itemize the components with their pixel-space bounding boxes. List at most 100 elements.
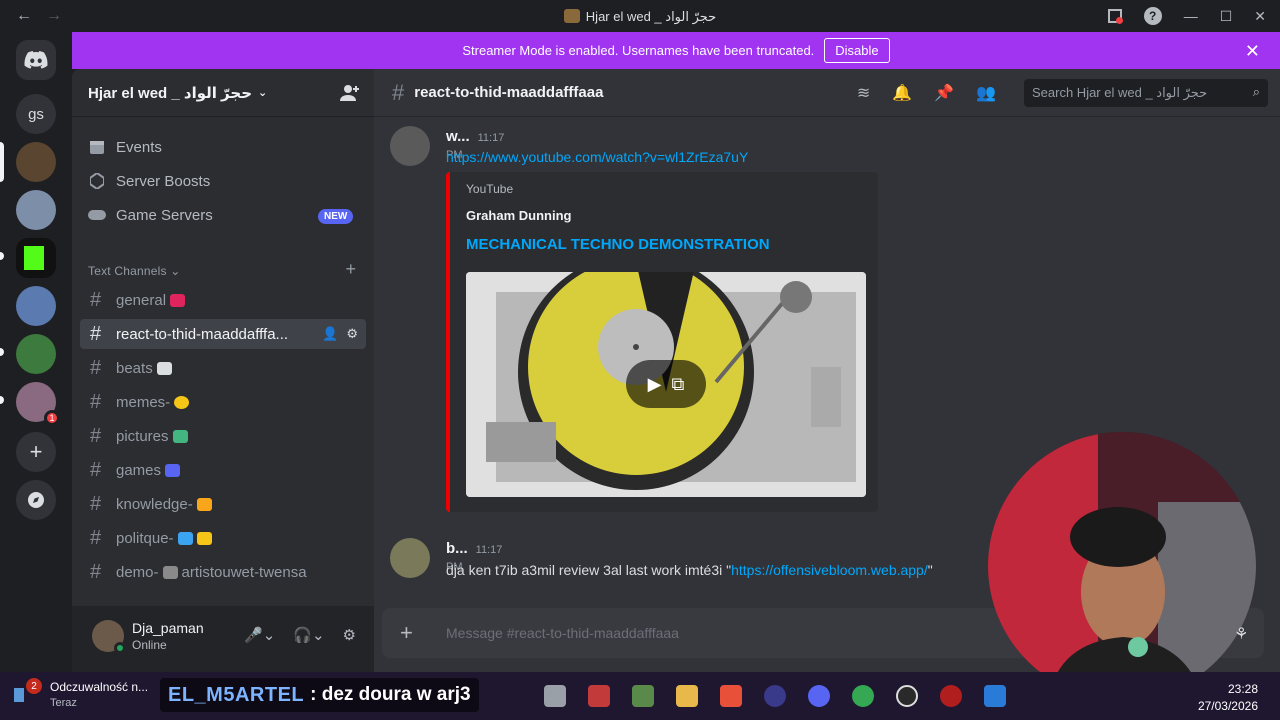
chat-message: : dez doura w arj3	[310, 684, 471, 705]
kick-logo-icon	[24, 246, 44, 270]
gamepad-icon	[88, 206, 106, 224]
piano-emoji	[156, 361, 172, 375]
create-channel-button[interactable]: +	[345, 259, 356, 280]
app-circle-icon[interactable]	[764, 685, 786, 707]
taskview-icon[interactable]	[544, 685, 566, 707]
taskbar: 2 Odczuwalność n... Teraz EL_M5ARTEL : d…	[0, 672, 1280, 720]
events-item[interactable]: Events	[88, 138, 162, 156]
calculator-icon[interactable]	[632, 685, 654, 707]
channel-pictures[interactable]: # pictures	[80, 421, 366, 451]
game-servers-label: Game Servers	[116, 206, 213, 224]
maximize-button[interactable]: ☐	[1220, 8, 1233, 25]
open-external-icon: ⧉	[671, 373, 685, 394]
channel-name: general	[116, 291, 167, 309]
system-clock[interactable]: 23:28 27/03/2026	[1198, 681, 1258, 715]
threads-icon[interactable]: ≋	[857, 83, 870, 103]
channel-demo[interactable]: # demo- artistouwet-twensa	[80, 557, 366, 587]
close-window-button[interactable]: ✕	[1254, 8, 1266, 25]
channel-games[interactable]: # games	[80, 455, 366, 485]
server-rail: gs 1 +	[0, 32, 72, 672]
stream-chat-overlay: EL_M5ARTEL : dez doura w arj3	[160, 678, 479, 712]
channel-name: games	[116, 461, 162, 479]
brave-browser-icon[interactable]	[720, 685, 742, 707]
new-badge: NEW	[318, 209, 354, 224]
server-gs[interactable]: gs	[16, 94, 56, 134]
server-boosts-item[interactable]: Server Boosts	[88, 172, 210, 190]
username[interactable]: Dja_paman	[132, 620, 204, 636]
server-avatar-1[interactable]	[16, 142, 56, 182]
user-avatar[interactable]	[92, 620, 126, 654]
weather-notification[interactable]: 2 Odczuwalność n... Teraz	[26, 678, 148, 709]
victory-hand-emoji	[196, 531, 212, 545]
chrome-icon[interactable]	[852, 685, 874, 707]
attach-plus-icon[interactable]: +	[400, 620, 413, 646]
channel-memes[interactable]: # memes-	[80, 387, 366, 417]
channel-name: pictures	[116, 427, 169, 445]
channel-politque[interactable]: # politque-	[80, 523, 366, 553]
file-explorer-icon[interactable]	[676, 685, 698, 707]
disable-streamer-button[interactable]: Disable	[824, 38, 890, 63]
minimize-button[interactable]: —	[1184, 8, 1198, 24]
embed-title[interactable]: MECHANICAL TECHNO DEMONSTRATION	[466, 236, 770, 253]
help-icon[interactable]: ?	[1143, 7, 1162, 25]
channel-name-suffix: artistouwet-twensa	[181, 563, 307, 581]
channel-name: demo-	[116, 563, 159, 581]
bell-icon[interactable]: 🔔	[892, 83, 912, 103]
message-avatar[interactable]	[390, 126, 430, 166]
pin-icon[interactable]: 📌	[934, 83, 954, 103]
store-icon[interactable]	[588, 685, 610, 707]
app-blue-icon[interactable]	[984, 685, 1006, 707]
discord-home-button[interactable]	[16, 40, 56, 80]
invite-user-icon[interactable]	[340, 84, 360, 106]
gear-icon[interactable]: ⚙	[346, 326, 358, 342]
frame-emoji	[162, 565, 178, 579]
channel-general[interactable]: # general	[80, 285, 366, 315]
video-thumbnail[interactable]: ▶ ⧉	[466, 272, 866, 497]
play-icon: ▶	[647, 373, 662, 394]
add-server-button[interactable]: +	[16, 432, 56, 472]
hash-icon: #	[90, 288, 102, 311]
channel-name: knowledge-	[116, 495, 193, 513]
discover-button[interactable]	[16, 480, 56, 520]
obs-icon[interactable]	[896, 685, 918, 707]
member-list-icon[interactable]: 👥	[976, 83, 996, 103]
events-label: Events	[116, 138, 162, 156]
hash-icon: #	[90, 322, 102, 345]
message-avatar[interactable]	[390, 538, 430, 578]
headphones-icon[interactable]: 🎧⌄	[293, 626, 324, 644]
title-bar: ← → Hjar el wed _ حجرّ الواد ? — ☐ ✕	[0, 0, 1280, 32]
sticker-icon[interactable]: ⚘	[1234, 624, 1248, 644]
channel-beats[interactable]: # beats	[80, 353, 366, 383]
server-avatar-5[interactable]: 1	[16, 382, 60, 426]
channel-knowledge[interactable]: # knowledge-	[80, 489, 366, 519]
server-kick[interactable]	[16, 238, 56, 278]
search-input[interactable]: Search Hjar el wed _ حجرّ الواد ⌕	[1024, 79, 1268, 107]
microphone-icon[interactable]: 🎤⌄	[244, 626, 275, 644]
composer-placeholder: Message #react-to-thid-maaddafffaaa	[446, 625, 679, 641]
youtube-link[interactable]: https://www.youtube.com/watch?v=wl1ZrEza…	[446, 149, 748, 165]
server-avatar-2[interactable]	[16, 190, 56, 230]
guild-name: Hjar el wed _ حجرّ الواد	[88, 84, 253, 102]
offensivebloom-link[interactable]: https://offensivebloom.web.app/	[731, 562, 928, 578]
play-video-button[interactable]: ▶ ⧉	[626, 360, 706, 408]
guild-header[interactable]: Hjar el wed _ حجرّ الواد ⌄	[72, 69, 374, 117]
active-server-pill	[0, 142, 4, 182]
boost-icon	[88, 172, 106, 190]
chevron-down-icon: ⌄	[258, 87, 268, 99]
channel-react-to-thid[interactable]: # react-to-thid-maaddafffa... 👤 ⚙	[80, 319, 366, 349]
server-avatar-3[interactable]	[16, 286, 56, 326]
message-text: dja ken t7ib a3mil review 3al last work …	[446, 562, 732, 578]
message-2-body: dja ken t7ib a3mil review 3al last work …	[446, 562, 933, 578]
inbox-icon[interactable]	[1107, 9, 1123, 24]
invite-member-icon[interactable]: 👤	[322, 326, 338, 342]
category-text-channels[interactable]: Text Channels ⌄	[88, 264, 180, 278]
embed-author[interactable]: Graham Dunning	[466, 208, 571, 223]
close-banner-icon[interactable]: ✕	[1245, 41, 1260, 62]
app-red-icon[interactable]	[940, 685, 962, 707]
youtube-embed: YouTube Graham Dunning MECHANICAL TECHNO…	[446, 172, 878, 512]
discord-taskbar-icon[interactable]	[808, 685, 830, 707]
server-avatar-4[interactable]	[16, 334, 56, 374]
user-settings-gear-icon[interactable]: ⚙	[343, 626, 356, 644]
hash-icon: #	[90, 560, 102, 583]
game-servers-item[interactable]: Game Servers	[88, 206, 213, 224]
